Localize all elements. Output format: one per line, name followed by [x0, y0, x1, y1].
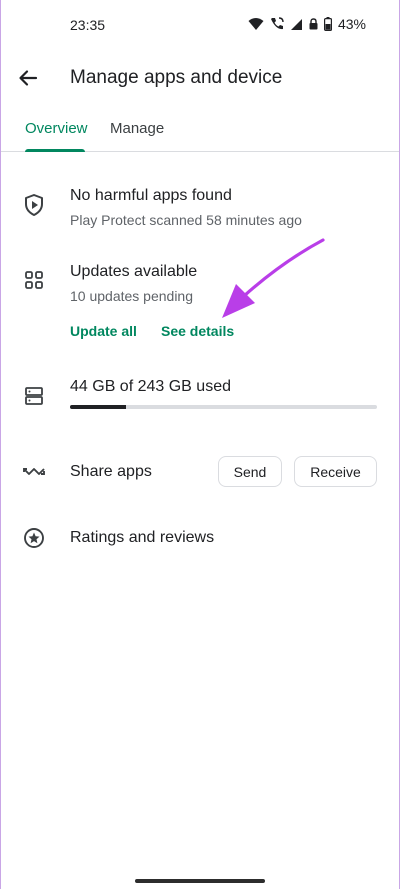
wifi-icon — [248, 18, 264, 30]
share-apps-title: Share apps — [70, 463, 152, 480]
tab-bar: Overview Manage — [0, 110, 400, 152]
storage-progress-bar — [70, 405, 377, 409]
apps-grid-icon — [22, 268, 46, 292]
wifi-calling-icon — [270, 17, 284, 30]
tab-overview[interactable]: Overview — [25, 120, 88, 137]
status-icons: 43% — [248, 16, 366, 32]
storage-progress-fill — [70, 405, 126, 409]
arrow-back-icon — [19, 70, 38, 86]
play-protect-subtitle: Play Protect scanned 58 minutes ago — [70, 212, 302, 228]
battery-icon — [323, 17, 332, 31]
send-button[interactable]: Send — [218, 456, 282, 487]
lock-icon — [309, 18, 318, 30]
signal-icon — [290, 18, 302, 30]
tab-indicator — [25, 149, 85, 152]
shield-play-icon — [22, 193, 46, 217]
status-bar: 23:35 43% — [0, 0, 400, 50]
status-time: 23:35 — [70, 17, 106, 33]
receive-button[interactable]: Receive — [294, 456, 377, 487]
ratings-reviews-title[interactable]: Ratings and reviews — [70, 529, 214, 547]
page-title: Manage apps and device — [70, 67, 283, 88]
update-all-button[interactable]: Update all — [70, 323, 137, 339]
see-details-button[interactable]: See details — [161, 323, 234, 339]
star-circle-icon — [22, 526, 46, 550]
battery-percent: 43% — [337, 16, 366, 32]
back-button[interactable] — [14, 64, 42, 92]
storage-title: 44 GB of 243 GB used — [70, 378, 231, 395]
app-bar: Manage apps and device — [0, 56, 400, 100]
tab-manage[interactable]: Manage — [110, 120, 164, 137]
home-indicator[interactable] — [135, 879, 265, 883]
share-apps-icon — [22, 460, 46, 484]
storage-icon — [22, 384, 46, 408]
updates-subtitle: 10 updates pending — [70, 288, 193, 304]
updates-title: Updates available — [70, 263, 198, 280]
play-protect-title: No harmful apps found — [70, 187, 232, 204]
